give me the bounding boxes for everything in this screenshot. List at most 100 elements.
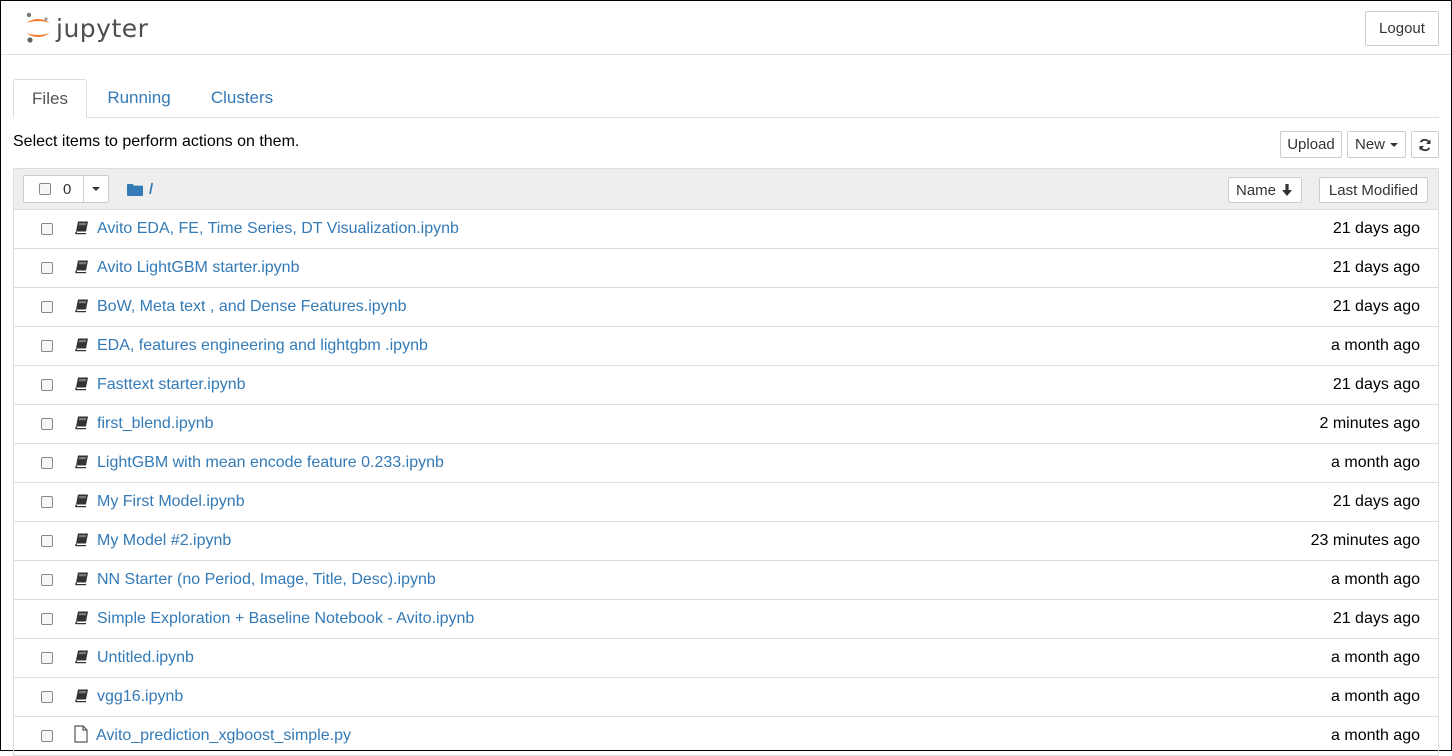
file-modified: 21 days ago xyxy=(1332,298,1420,315)
file-row[interactable]: My Model #2.ipynb 23 minutes ago xyxy=(14,522,1438,561)
row-checkbox[interactable] xyxy=(41,730,53,742)
row-checkbox[interactable] xyxy=(41,223,53,235)
notebook-icon xyxy=(74,610,90,631)
file-modified: 21 days ago xyxy=(1332,610,1420,627)
notebook-icon xyxy=(74,649,90,670)
select-all-checkbox[interactable] xyxy=(39,183,51,195)
file-row[interactable]: Fasttext starter.ipynb 21 days ago xyxy=(14,366,1438,405)
row-checkbox[interactable] xyxy=(41,574,53,586)
file-modified: 21 days ago xyxy=(1332,259,1420,276)
notebook-icon xyxy=(74,415,90,436)
file-modified: 23 minutes ago xyxy=(1310,532,1420,549)
file-modified: a month ago xyxy=(1331,649,1420,666)
file-list: 0 / Name Last Modified Avito EDA, FE, Ti… xyxy=(13,168,1439,756)
notebook-icon xyxy=(74,220,90,241)
file-modified: 21 days ago xyxy=(1332,493,1420,510)
row-checkbox[interactable] xyxy=(41,496,53,508)
jupyter-logo[interactable]: jupyter xyxy=(23,11,148,45)
file-modified: a month ago xyxy=(1331,727,1420,744)
file-row[interactable]: Avito LightGBM starter.ipynb 21 days ago xyxy=(14,249,1438,288)
caret-down-icon xyxy=(1390,142,1398,147)
file-name-link[interactable]: My First Model.ipynb xyxy=(97,493,245,511)
logout-button[interactable]: Logout xyxy=(1365,11,1439,46)
tab-running[interactable]: Running xyxy=(97,79,181,117)
file-modified: a month ago xyxy=(1331,571,1420,588)
file-row[interactable]: first_blend.ipynb 2 minutes ago xyxy=(14,405,1438,444)
file-name-link[interactable]: vgg16.ipynb xyxy=(97,688,183,706)
file-modified: a month ago xyxy=(1331,454,1420,471)
row-checkbox[interactable] xyxy=(41,613,53,625)
file-row[interactable]: BoW, Meta text , and Dense Features.ipyn… xyxy=(14,288,1438,327)
file-modified: a month ago xyxy=(1331,337,1420,354)
breadcrumb[interactable]: / xyxy=(127,181,153,198)
tab-clusters[interactable]: Clusters xyxy=(199,79,285,117)
notebook-icon xyxy=(74,493,90,514)
file-row[interactable]: NN Starter (no Period, Image, Title, Des… xyxy=(14,561,1438,600)
row-checkbox[interactable] xyxy=(41,340,53,352)
row-checkbox[interactable] xyxy=(41,535,53,547)
arrow-down-icon xyxy=(1282,184,1292,196)
caret-down-icon xyxy=(92,187,100,191)
file-rows: Avito EDA, FE, Time Series, DT Visualiza… xyxy=(14,210,1438,756)
file-row[interactable]: Untitled.ipynb a month ago xyxy=(14,639,1438,678)
notebook-icon xyxy=(74,688,90,709)
file-row[interactable]: Avito EDA, FE, Time Series, DT Visualiza… xyxy=(14,210,1438,249)
notebook-icon xyxy=(74,376,90,397)
sort-by-modified-button[interactable]: Last Modified xyxy=(1319,177,1428,203)
select-all-toggle[interactable]: 0 xyxy=(24,176,84,202)
sort-name-label: Name xyxy=(1235,181,1276,199)
file-name-link[interactable]: My Model #2.ipynb xyxy=(97,532,231,550)
tab-bar: Files Running Clusters xyxy=(13,79,1439,118)
selected-count: 0 xyxy=(63,180,72,198)
file-name-link[interactable]: Untitled.ipynb xyxy=(97,649,194,667)
notebook-icon xyxy=(74,532,90,553)
file-icon xyxy=(74,725,88,748)
file-name-link[interactable]: Avito LightGBM starter.ipynb xyxy=(97,259,299,277)
new-button[interactable]: New xyxy=(1347,131,1406,158)
notebook-icon xyxy=(74,337,90,358)
tab-files[interactable]: Files xyxy=(13,79,87,118)
file-row[interactable]: LightGBM with mean encode feature 0.233.… xyxy=(14,444,1438,483)
header: jupyter Logout xyxy=(1,1,1451,55)
row-checkbox[interactable] xyxy=(41,691,53,703)
notebook-icon xyxy=(74,454,90,475)
file-row[interactable]: Simple Exploration + Baseline Notebook -… xyxy=(14,600,1438,639)
file-modified: 21 days ago xyxy=(1332,220,1420,237)
list-header: 0 / Name Last Modified xyxy=(14,169,1438,210)
file-name-link[interactable]: Fasttext starter.ipynb xyxy=(97,376,246,394)
file-name-link[interactable]: Avito EDA, FE, Time Series, DT Visualiza… xyxy=(97,220,459,238)
selection-hint: Select items to perform actions on them. xyxy=(13,133,300,150)
file-name-link[interactable]: BoW, Meta text , and Dense Features.ipyn… xyxy=(97,298,407,316)
breadcrumb-root[interactable]: / xyxy=(149,181,153,198)
notebook-icon xyxy=(74,571,90,592)
logo-text: jupyter xyxy=(56,13,149,43)
file-name-link[interactable]: Simple Exploration + Baseline Notebook -… xyxy=(97,610,474,628)
row-checkbox[interactable] xyxy=(41,301,53,313)
jupyter-logo-icon xyxy=(26,12,50,43)
sort-by-name-button[interactable]: Name xyxy=(1228,177,1302,203)
row-checkbox[interactable] xyxy=(41,457,53,469)
file-name-link[interactable]: NN Starter (no Period, Image, Title, Des… xyxy=(97,571,436,589)
notebook-icon xyxy=(74,298,90,319)
notebook-icon xyxy=(74,259,90,280)
row-checkbox[interactable] xyxy=(41,262,53,274)
row-checkbox[interactable] xyxy=(41,379,53,391)
file-name-link[interactable]: LightGBM with mean encode feature 0.233.… xyxy=(97,454,444,472)
file-modified: a month ago xyxy=(1331,688,1420,705)
new-button-label: New xyxy=(1354,136,1385,153)
file-name-link[interactable]: EDA, features engineering and lightgbm .… xyxy=(97,337,428,355)
file-name-link[interactable]: first_blend.ipynb xyxy=(97,415,214,433)
file-row[interactable]: Avito_prediction_xgboost_simple.py a mont… xyxy=(14,717,1438,756)
refresh-button[interactable] xyxy=(1411,131,1439,158)
upload-button[interactable]: Upload xyxy=(1280,131,1342,158)
row-checkbox[interactable] xyxy=(41,652,53,664)
file-row[interactable]: EDA, features engineering and lightgbm .… xyxy=(14,327,1438,366)
file-name-link[interactable]: Avito_prediction_xgboost_simple.py xyxy=(96,727,351,745)
file-modified: 2 minutes ago xyxy=(1319,415,1420,432)
select-menu-dropdown[interactable] xyxy=(84,176,108,202)
folder-icon xyxy=(127,184,143,196)
row-checkbox[interactable] xyxy=(41,418,53,430)
file-row[interactable]: vgg16.ipynb a month ago xyxy=(14,678,1438,717)
file-modified: 21 days ago xyxy=(1332,376,1420,393)
file-row[interactable]: My First Model.ipynb 21 days ago xyxy=(14,483,1438,522)
